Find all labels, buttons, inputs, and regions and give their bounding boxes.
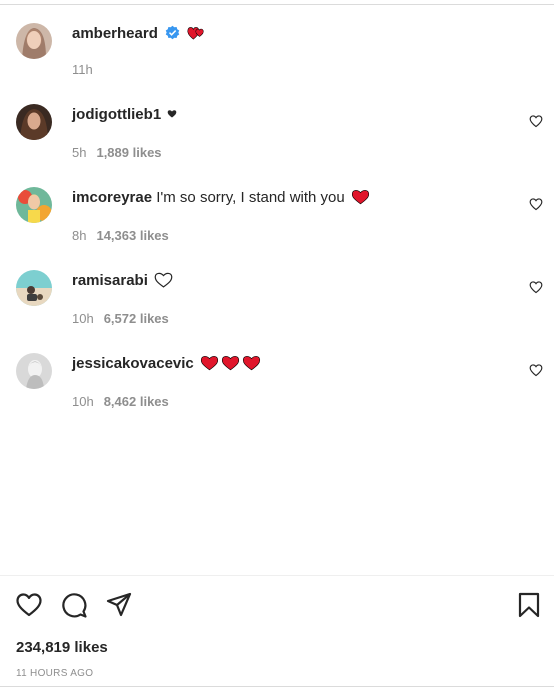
comment-like-heart-icon[interactable] [529, 197, 543, 211]
red-heart-icon [242, 356, 260, 371]
two-hearts-icon [187, 27, 204, 40]
like-icon[interactable] [15, 591, 43, 619]
comment-time[interactable]: 10h [72, 311, 94, 326]
caption-meta: 11h [72, 62, 93, 78]
comment-like-heart-icon[interactable] [529, 363, 543, 377]
comment-username[interactable]: imcoreyrae [72, 189, 152, 206]
actions-divider [0, 575, 554, 576]
comment-meta: 5h 1,889 likes [72, 145, 162, 161]
caption-line: amberheard [72, 24, 206, 44]
verified-badge-icon [165, 25, 180, 40]
bottom-divider [0, 686, 554, 687]
comment-like-heart-icon[interactable] [529, 114, 543, 128]
comment-username[interactable]: ramisarabi [72, 272, 148, 289]
caption-username[interactable]: amberheard [72, 25, 158, 42]
comment-meta: 10h 6,572 likes [72, 311, 169, 327]
post-likes-count[interactable]: 234,819 likes [16, 638, 108, 658]
save-icon[interactable] [515, 591, 543, 619]
comment-username[interactable]: jodigottlieb1 [72, 106, 161, 123]
top-divider [0, 4, 554, 5]
comment-line: jodigottlieb1 [72, 105, 177, 125]
avatar-jodigottlieb1[interactable] [16, 104, 52, 140]
comment-line: imcoreyrae I'm so sorry, I stand with yo… [72, 188, 370, 208]
comment-icon[interactable] [60, 591, 88, 619]
comment-time[interactable]: 8h [72, 228, 86, 243]
avatar-jessicakovacevic[interactable] [16, 353, 52, 389]
comment-line: ramisarabi [72, 271, 173, 291]
comment-like-heart-icon[interactable] [529, 280, 543, 294]
comment-likes[interactable]: 14,363 likes [96, 228, 168, 243]
black-heart-icon [168, 110, 177, 118]
avatar-imcoreyrae[interactable] [16, 187, 52, 223]
comment-line: jessicakovacevic [72, 354, 261, 374]
comment-username[interactable]: jessicakovacevic [72, 355, 194, 372]
avatar-ramisarabi[interactable] [16, 270, 52, 306]
comment-meta: 8h 14,363 likes [72, 228, 169, 244]
red-heart-icon [221, 356, 239, 371]
share-icon[interactable] [105, 591, 133, 619]
comment-time[interactable]: 10h [72, 394, 94, 409]
comment-meta: 10h 8,462 likes [72, 394, 169, 410]
post-timestamp[interactable]: 11 HOURS AGO [16, 667, 93, 681]
caption-time[interactable]: 11h [72, 62, 93, 77]
red-heart-icon [200, 356, 218, 371]
comment-text: I'm so sorry, I stand with you [156, 189, 345, 206]
white-heart-icon [154, 272, 173, 288]
red-heart-icon [351, 190, 369, 205]
comment-likes[interactable]: 1,889 likes [96, 145, 161, 160]
comment-likes[interactable]: 6,572 likes [104, 311, 169, 326]
comment-likes[interactable]: 8,462 likes [104, 394, 169, 409]
avatar-amberheard[interactable] [16, 23, 52, 59]
comment-time[interactable]: 5h [72, 145, 86, 160]
